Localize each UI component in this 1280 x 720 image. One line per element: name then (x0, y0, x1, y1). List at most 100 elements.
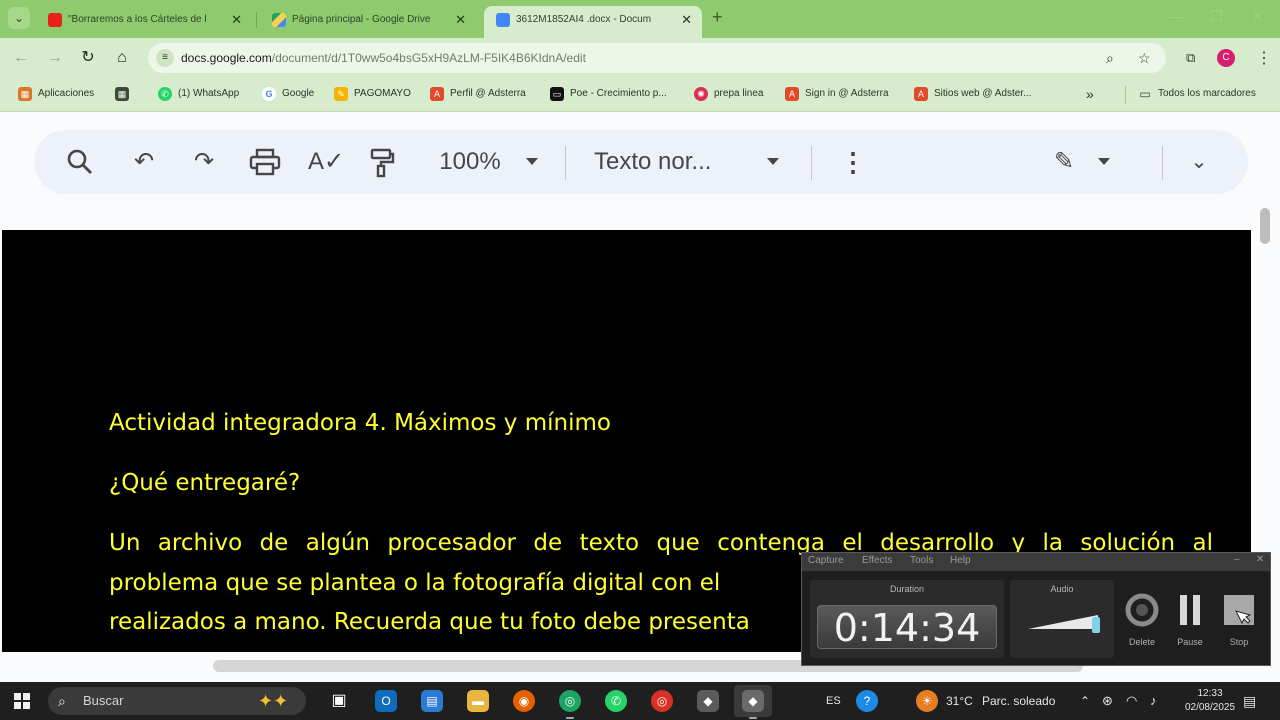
stop-button[interactable] (1222, 593, 1256, 627)
zoom-select[interactable]: 100% (430, 148, 510, 176)
bookmark-label: Perfil @ Adsterra (450, 88, 526, 99)
tab-google-drive[interactable]: Página principal - Google Drive ✕ (260, 6, 476, 34)
language-indicator[interactable]: ES (826, 682, 841, 720)
site-info-icon[interactable]: ≡ (156, 49, 174, 67)
spellcheck-icon[interactable]: A✓ (308, 148, 344, 176)
home-icon[interactable]: ⌂ (112, 48, 132, 68)
pause-button[interactable] (1173, 593, 1207, 627)
collapse-toolbar-icon[interactable]: ⌄ (1184, 148, 1214, 176)
bookmark-perfil-adsterra[interactable]: A Perfil @ Adsterra (430, 78, 526, 110)
bookmark-signin-adsterra[interactable]: A Sign in @ Adsterra (785, 78, 889, 110)
weather-description[interactable]: Parc. soleado (982, 682, 1055, 720)
recorder-minimize-icon[interactable]: – (1234, 554, 1240, 565)
bookmark-label: prepa linea (714, 88, 764, 99)
google-docs-icon (496, 13, 510, 27)
menu-tools[interactable]: Tools (910, 555, 933, 566)
file-explorer-icon[interactable]: ▬ (467, 690, 489, 712)
browser-toolbar: ← → ↻ ⌂ ≡ docs.google.com/document/d/1T0… (0, 38, 1280, 78)
undo-icon[interactable]: ↶ (128, 148, 160, 176)
tab-search-button[interactable]: ⌄ (8, 7, 30, 29)
firefox-icon[interactable]: ◉ (513, 690, 535, 712)
app-icon[interactable]: ◆ (697, 690, 719, 712)
audio-slider-handle[interactable] (1092, 617, 1100, 633)
bookmark-label: Sign in @ Adsterra (805, 88, 889, 99)
chrome-menu-icon[interactable]: ⋮ (1256, 48, 1272, 68)
taskbar-search[interactable]: ⌕ Buscar ✦✦ (48, 687, 306, 715)
chrome-profile-icon[interactable]: ◎ (651, 690, 673, 712)
reload-icon[interactable]: ↻ (78, 48, 98, 68)
wifi-icon[interactable]: ◠ (1126, 682, 1137, 720)
print-icon[interactable] (248, 148, 282, 176)
volume-icon[interactable]: ♪ (1150, 682, 1157, 720)
screen-recorder-icon[interactable]: ◆ (742, 690, 764, 719)
maximize-button[interactable]: ❐ (1210, 8, 1223, 25)
bookmark-poe[interactable]: ▭ Poe - Crecimiento p... (550, 78, 667, 110)
bookmark-whatsapp[interactable]: ✆ (1) WhatsApp (158, 78, 239, 110)
weather-temperature[interactable]: 31°C (946, 682, 973, 720)
clock[interactable]: 12:33 02/08/2025 (1180, 687, 1240, 715)
whatsapp-icon[interactable]: ✆ (605, 690, 627, 712)
tab-title: 3612M1852AI4 .docx - Docum (516, 14, 652, 25)
zoom-search-icon[interactable]: ⌕ (1106, 43, 1114, 73)
bookmark-google[interactable]: G Google (262, 78, 314, 110)
bookmark-sitios-adsterra[interactable]: A Sitios web @ Adster... (914, 78, 1031, 110)
more-options-icon[interactable]: ⋮ (840, 148, 866, 176)
redo-icon[interactable]: ↷ (188, 148, 220, 176)
menu-effects[interactable]: Effects (862, 555, 892, 566)
style-dropdown-icon[interactable] (767, 158, 779, 165)
close-tab-icon[interactable]: ✕ (231, 6, 242, 34)
tab-youtube[interactable]: "Borraremos a los Cárteles de l ✕ (36, 6, 252, 34)
new-tab-button[interactable]: + (712, 7, 723, 28)
forward-icon[interactable]: → (45, 48, 65, 68)
bookmark-label: Google (282, 88, 315, 99)
bookmark-aplicaciones[interactable]: ▦ Aplicaciones (18, 78, 94, 110)
menu-capture[interactable]: Capture (808, 555, 844, 566)
pause-label: Pause (1177, 637, 1203, 647)
tab-title: Página principal - Google Drive (292, 14, 431, 25)
help-icon[interactable]: ? (856, 690, 878, 712)
profile-avatar[interactable]: C (1217, 49, 1235, 67)
recorder-close-icon[interactable]: ✕ (1256, 554, 1264, 565)
close-tab-icon[interactable]: ✕ (681, 6, 692, 34)
show-hidden-icons[interactable]: ⌃ (1080, 682, 1090, 720)
url-text[interactable]: docs.google.com/document/d/1T0ww5o4bsG5x… (181, 43, 586, 73)
menu-help[interactable]: Help (950, 555, 971, 566)
all-bookmarks-folder[interactable]: ▭ Todos los marcadores (1138, 78, 1256, 110)
chrome-icon[interactable]: ◎ (559, 690, 581, 719)
vertical-scrollbar[interactable] (1260, 208, 1270, 244)
pagomayo-icon: ✎ (334, 87, 348, 101)
paint-format-icon[interactable] (366, 148, 398, 178)
search-icon[interactable] (64, 148, 96, 176)
network-icon[interactable]: ⊛ (1102, 682, 1113, 720)
url-path: /document/d/1T0ww5o4bsG5xH9AzLM-F5IK4B6K… (271, 51, 586, 65)
store-icon[interactable]: ▤ (421, 690, 443, 712)
extensions-icon[interactable]: ⧉ (1186, 50, 1195, 66)
editing-mode-dropdown-icon[interactable] (1098, 158, 1110, 165)
delete-button[interactable] (1125, 593, 1159, 627)
bookmarks-bar: ▦ Aplicaciones ▦ ✆ (1) WhatsApp G Google… (0, 78, 1280, 112)
bookmark-pagomayo[interactable]: ✎ PAGOMAYO (334, 78, 411, 110)
more-bookmarks-button[interactable]: » (1086, 78, 1094, 110)
paragraph-style-select[interactable]: Texto nor... (594, 148, 734, 176)
notifications-icon[interactable]: ▤ (1243, 682, 1256, 720)
back-icon[interactable]: ← (11, 48, 31, 68)
weather-icon[interactable]: ☀ (916, 690, 938, 712)
adsterra-icon: A (430, 87, 444, 101)
tab-google-docs[interactable]: 3612M1852AI4 .docx - Docum ✕ (484, 6, 702, 38)
window-close-button[interactable]: ✕ (1252, 8, 1264, 25)
bookmark-prepa-linea[interactable]: ✺ prepa linea (694, 78, 763, 110)
editing-mode-icon[interactable]: ✎ (1048, 148, 1080, 176)
bookmark-label: PAGOMAYO (354, 88, 411, 99)
zoom-dropdown-icon[interactable] (526, 158, 538, 165)
address-bar[interactable]: ≡ docs.google.com/document/d/1T0ww5o4bsG… (148, 43, 1166, 73)
outlook-icon[interactable]: O (375, 690, 397, 712)
close-tab-icon[interactable]: ✕ (455, 6, 466, 34)
audio-level-slider[interactable] (1028, 615, 1098, 629)
poe-icon: ▭ (550, 87, 564, 101)
grid-icon: ▦ (115, 87, 129, 101)
recorder-menu-bar: Capture Effects Tools Help – ✕ (802, 553, 1270, 571)
start-button[interactable] (14, 693, 30, 709)
bookmark-star-icon[interactable]: ☆ (1138, 43, 1151, 73)
minimize-button[interactable]: — (1168, 8, 1182, 24)
task-view-icon[interactable]: ▣ (328, 690, 350, 712)
